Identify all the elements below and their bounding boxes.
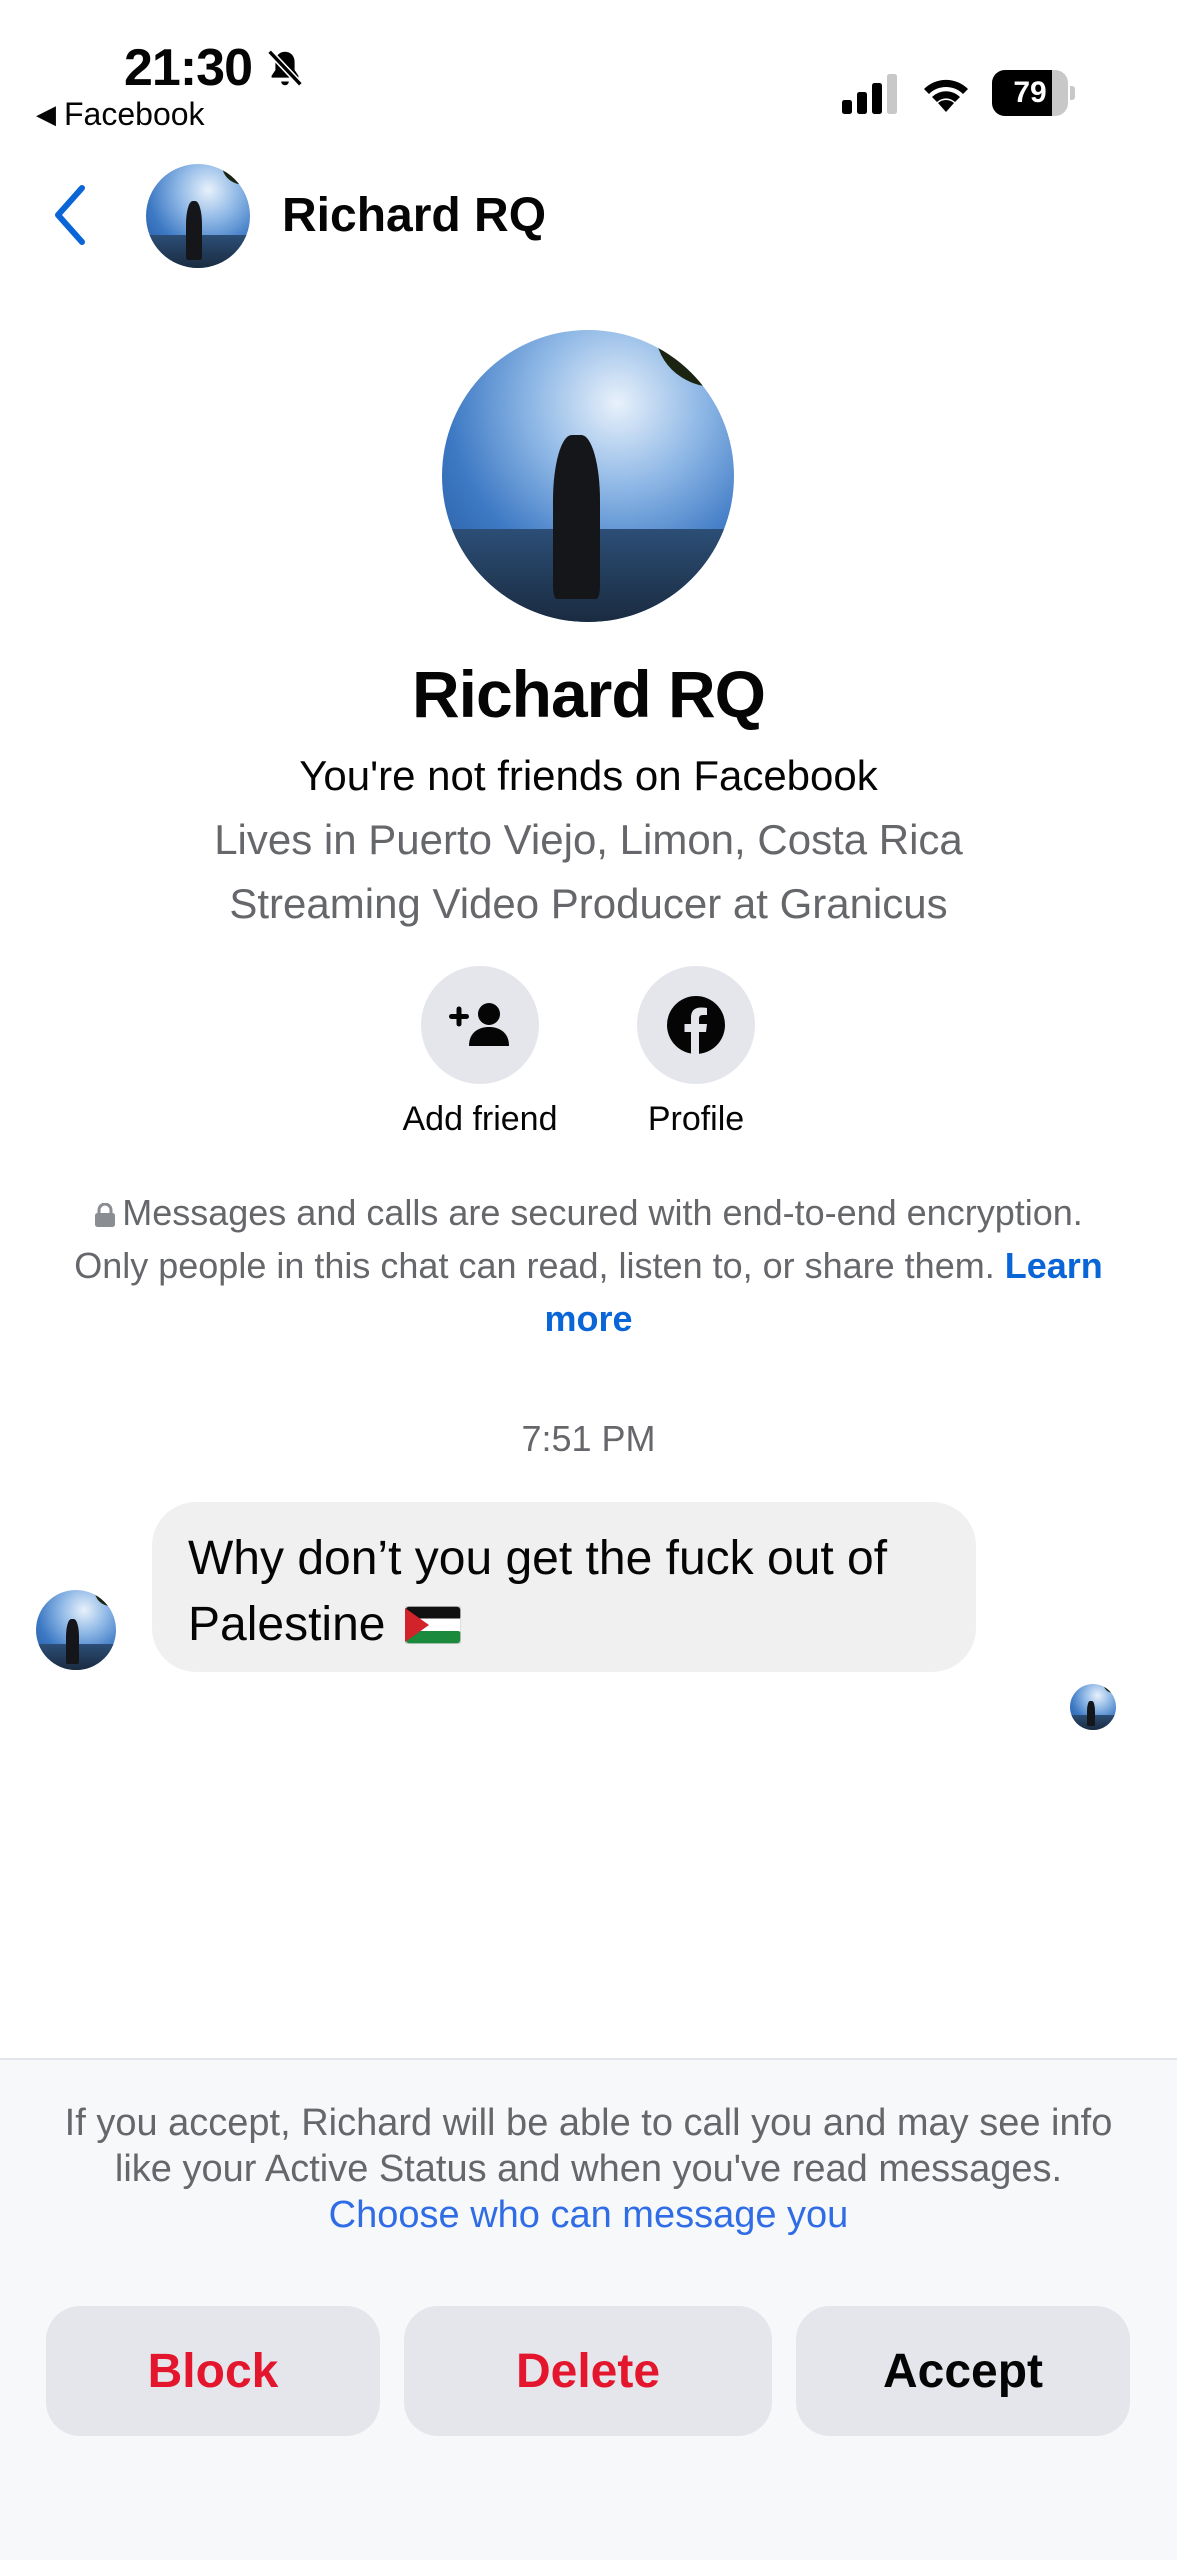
profile-label: Profile (647, 1100, 745, 1138)
battery-icon: 79 (992, 70, 1075, 116)
choose-who-can-message-link[interactable]: Choose who can message you (329, 2194, 849, 2236)
message-timestamp: 7:51 PM (521, 1418, 656, 1459)
chat-header: Richard RQ (0, 150, 1177, 280)
add-friend-button[interactable]: Add friend (400, 966, 560, 1139)
profile-avatar[interactable] (442, 330, 734, 622)
add-friend-icon (449, 1003, 509, 1046)
accept-button[interactable]: Accept (796, 2306, 1130, 2436)
lock-icon (95, 1203, 116, 1227)
encryption-text: Messages and calls are secured with end-… (74, 1192, 1083, 1286)
status-bar: 21:30 ◀ Facebook 79 (0, 0, 1177, 140)
message-bubble[interactable]: Why don’t you get the fuck out of Palest… (152, 1502, 976, 1672)
facebook-icon (667, 996, 725, 1054)
friendship-status: You're not friends on Facebook (299, 752, 878, 799)
view-profile-button[interactable]: Profile (616, 966, 776, 1139)
header-avatar[interactable] (146, 164, 250, 268)
delete-button[interactable]: Delete (404, 2306, 772, 2436)
back-triangle-icon: ◀ (36, 99, 56, 129)
add-friend-label: Add friend (402, 1100, 558, 1138)
read-receipt-avatar (1070, 1684, 1116, 1730)
bell-slash-icon (267, 49, 303, 87)
back-to-app-link[interactable]: ◀ Facebook (36, 96, 205, 133)
header-contact-name[interactable]: Richard RQ (282, 188, 546, 243)
block-button[interactable]: Block (46, 2306, 380, 2436)
back-button[interactable] (40, 180, 100, 250)
encryption-notice: Messages and calls are secured with end-… (70, 1186, 1107, 1345)
profile-work: Streaming Video Producer at Granicus (229, 880, 948, 927)
profile-name: Richard RQ (411, 657, 766, 731)
back-chevron-icon (55, 185, 85, 245)
accept-info-text: If you accept, Richard will be able to c… (60, 2100, 1117, 2238)
sender-avatar[interactable] (36, 1590, 116, 1670)
profile-location: Lives in Puerto Viejo, Limon, Costa Rica (214, 816, 963, 863)
back-app-label: Facebook (64, 96, 205, 132)
wifi-icon (924, 79, 968, 112)
accept-info-body: If you accept, Richard will be able to c… (64, 2102, 1113, 2190)
message-text: Why don’t you get the fuck out of Palest… (188, 1532, 888, 1651)
palestine-flag-icon (404, 1606, 461, 1644)
signal-icon (842, 74, 897, 114)
status-time: 21:30 (124, 39, 253, 97)
battery-percent: 79 (1013, 76, 1047, 109)
